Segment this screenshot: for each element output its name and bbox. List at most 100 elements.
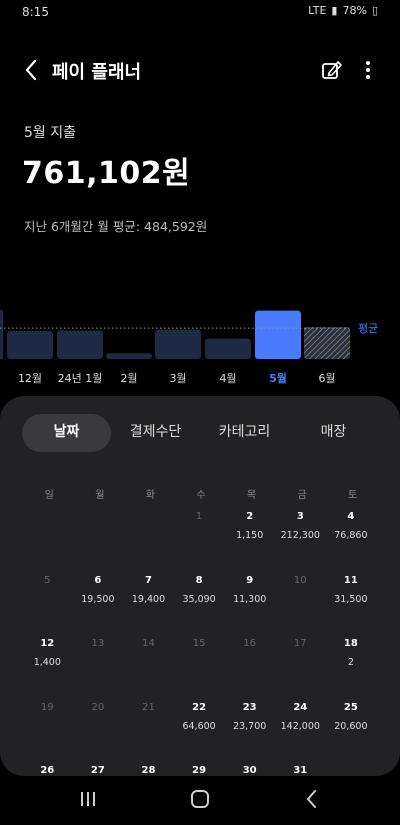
day-number: 16 (243, 638, 257, 649)
weekday-0: 일 (44, 490, 54, 501)
recent-apps-icon[interactable] (74, 786, 102, 812)
tick-label-4[interactable]: 4월 (219, 372, 236, 385)
edit-icon[interactable] (320, 58, 344, 82)
monthly-spend-chart: 12월 24년 1월 2월 3월 4월 5월 6월 평균 (0, 310, 378, 385)
calendar-day-17[interactable]: 17 (275, 638, 325, 698)
status-time: 8:15 (22, 5, 49, 19)
day-number: 6 (94, 574, 102, 586)
tick-label-3[interactable]: 3월 (169, 372, 186, 385)
day-number: 19 (40, 701, 54, 713)
calendar-day-15[interactable]: 15 (174, 638, 224, 698)
detail-panel: 날짜 결제수단 카테고리 매장 일월화수목금토 1 2 1,150 3 212,300 4 76,… (0, 396, 400, 776)
calendar-day-12[interactable]: 12 1,400 (22, 638, 72, 698)
calendar-day-20[interactable]: 20 (73, 702, 123, 762)
day-amount: 20,600 (334, 720, 368, 732)
calendar-day-7[interactable]: 7 19,400 (124, 575, 174, 635)
calendar-day-18[interactable]: 18 2 (326, 638, 376, 698)
day-amount: 11,300 (233, 593, 267, 605)
calendar-day-21[interactable]: 21 (124, 702, 174, 762)
bar-2[interactable] (106, 353, 152, 359)
day-number: 29 (192, 765, 207, 776)
tab-1[interactable]: 결제수단 (111, 414, 200, 452)
tick-label-5[interactable]: 5월 (269, 371, 287, 385)
bar-offscreen (0, 310, 3, 359)
calendar-day-5[interactable]: 5 (22, 575, 72, 635)
back-nav-icon[interactable] (298, 786, 326, 812)
calendar-day-11[interactable]: 11 31,500 (326, 575, 376, 635)
back-arrow-icon[interactable] (18, 56, 46, 84)
home-icon[interactable] (186, 786, 214, 812)
calendar-day-23[interactable]: 23 23,700 (225, 702, 275, 762)
day-number: 12 (40, 638, 55, 649)
more-options-icon[interactable] (358, 56, 378, 84)
weekday-2: 화 (145, 490, 155, 501)
tab-0[interactable]: 날짜 (22, 414, 111, 452)
day-number: 5 (44, 574, 51, 586)
tick-label-2[interactable]: 2월 (120, 372, 137, 385)
calendar-day-4[interactable]: 4 76,860 (326, 511, 376, 571)
day-number: 15 (192, 638, 206, 649)
day-number: 4 (347, 511, 355, 522)
day-amount: 19,500 (81, 593, 115, 605)
calendar-day-2[interactable]: 2 1,150 (225, 511, 275, 571)
calendar-day-13[interactable]: 13 (73, 638, 123, 698)
tab-3[interactable]: 매장 (289, 414, 378, 452)
day-number: 17 (293, 638, 307, 649)
calendar-day-25[interactable]: 25 20,600 (326, 702, 376, 762)
day-number: 7 (145, 574, 152, 586)
day-number: 10 (293, 574, 307, 586)
day-amount: 64,600 (182, 720, 216, 732)
calendar-day-14[interactable]: 14 (124, 638, 174, 698)
day-number: 22 (192, 701, 207, 713)
page-title: 페이 플래너 (52, 62, 142, 83)
day-number: 8 (195, 574, 203, 586)
spend-amount: 761,102원 (22, 156, 191, 191)
calendar-day-1[interactable]: 1 (174, 511, 224, 571)
day-number: 24 (293, 701, 308, 713)
tick-label-0[interactable]: 12월 (18, 372, 42, 385)
day-number: 18 (343, 638, 358, 649)
day-amount: 31,500 (334, 593, 368, 605)
tick-label-1[interactable]: 24년 1월 (58, 372, 103, 385)
bar-3[interactable] (155, 329, 201, 359)
calendar-day-10[interactable]: 10 (275, 575, 325, 635)
day-number: 21 (142, 701, 155, 713)
calendar-day-22[interactable]: 22 64,600 (174, 702, 224, 762)
calendar-day-19[interactable]: 19 (22, 702, 72, 762)
day-number: 13 (91, 638, 105, 649)
bar-1[interactable] (57, 330, 103, 359)
battery-icon: ▯ (371, 4, 378, 17)
day-amount: 23,700 (233, 720, 267, 732)
day-amount: 1,400 (33, 657, 61, 668)
battery-text: 78% (342, 4, 367, 17)
bar-4[interactable] (205, 338, 251, 359)
day-number: 27 (90, 765, 105, 776)
weekday-header: 일월화수목금토 (24, 486, 378, 501)
day-amount: 2 (347, 657, 354, 668)
calendar-day-6[interactable]: 6 19,500 (73, 575, 123, 635)
average-label: 평균 (358, 322, 378, 335)
weekday-3: 수 (196, 490, 206, 501)
day-amount: 35,090 (182, 593, 216, 605)
bar-5[interactable] (255, 310, 301, 359)
weekday-6: 토 (348, 490, 358, 501)
month-spend-label: 5월 지출 (24, 125, 76, 141)
signal-icon: ▮ (331, 4, 338, 17)
network-label: LTE (308, 4, 327, 17)
day-number: 2 (246, 511, 254, 522)
day-number: 30 (242, 765, 257, 776)
tab-2[interactable]: 카테고리 (200, 414, 289, 452)
six-month-average: 지난 6개월간 월 평균: 484,592원 (24, 219, 208, 234)
bar-0[interactable] (7, 331, 53, 359)
calendar-day-24[interactable]: 24 142,000 (275, 702, 325, 762)
calendar-day-3[interactable]: 3 212,300 (275, 511, 325, 571)
calendar-day-16[interactable]: 16 (225, 638, 275, 698)
day-number: 1 (195, 511, 203, 522)
day-amount: 142,000 (280, 720, 320, 732)
calendar-day-9[interactable]: 9 11,300 (225, 575, 275, 635)
day-amount: 19,400 (131, 593, 166, 605)
bar-6[interactable] (304, 327, 350, 359)
calendar-day-8[interactable]: 8 35,090 (174, 575, 224, 635)
app-bar: 페이 플래너 (0, 50, 400, 90)
tick-label-6[interactable]: 6월 (318, 372, 335, 385)
